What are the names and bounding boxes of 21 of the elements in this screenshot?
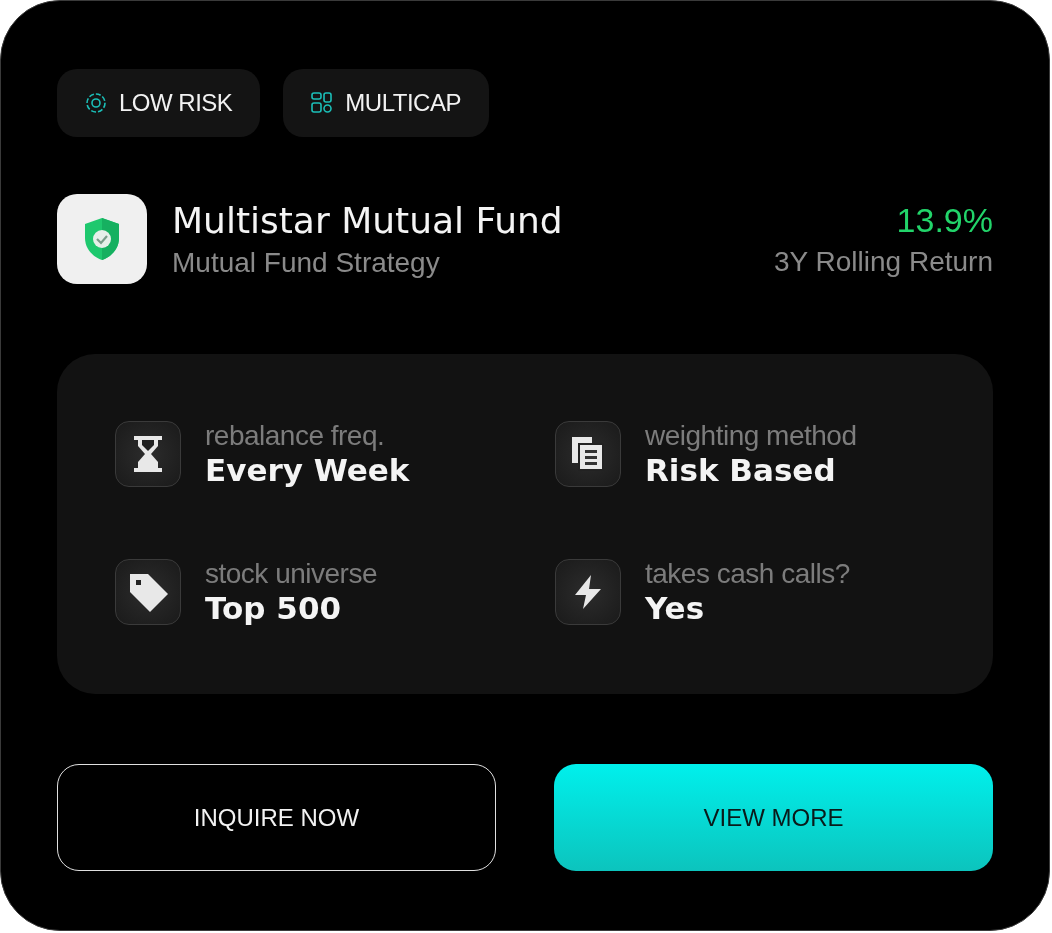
return-label: 3Y Rolling Return: [774, 245, 993, 278]
shield-check-icon: [82, 216, 122, 262]
stat-label: takes cash calls?: [645, 558, 850, 590]
grid-icon: [311, 92, 334, 114]
gauge-icon: [85, 92, 107, 114]
stat-value: Top 500: [205, 590, 343, 626]
lightning-icon: [573, 573, 603, 611]
fund-type: Mutual Fund Strategy: [172, 246, 441, 279]
return-value: 13.9%: [896, 200, 993, 240]
inquire-button[interactable]: INQUIRE NOW: [57, 764, 496, 871]
stat-label: rebalance freq.: [205, 420, 386, 452]
stat-label: stock universe: [205, 558, 377, 590]
category-tag: MULTICAP: [283, 69, 489, 137]
fund-name: Multistar Mutual Fund: [172, 199, 564, 241]
stat-label: weighting method: [645, 420, 857, 452]
hourglass-icon: [132, 434, 164, 474]
category-tag: LOW RISK: [57, 69, 261, 137]
stat-value: Every Week: [205, 452, 410, 488]
stat-value: Risk Based: [645, 452, 837, 488]
stat-value: Yes: [645, 590, 706, 626]
view-more-button[interactable]: VIEW MORE: [554, 764, 993, 871]
